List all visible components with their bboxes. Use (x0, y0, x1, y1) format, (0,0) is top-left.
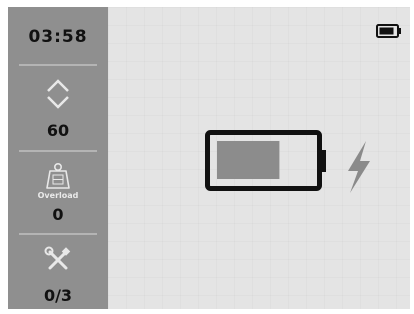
battery-icon (376, 24, 401, 38)
divider (19, 64, 97, 66)
level-value: 60 (46, 121, 70, 140)
up-down-arrows-icon[interactable] (45, 78, 71, 110)
divider (19, 233, 97, 235)
lightning-bolt-icon (348, 141, 370, 193)
weight-icon[interactable] (45, 162, 71, 190)
battery-charging-icon (205, 130, 326, 191)
sidebar: 03:58 60 Overload 0 0/3 (8, 7, 108, 309)
tools-value: 0/3 (43, 286, 73, 305)
device-screen: 03:58 60 Overload 0 0/3 (8, 7, 410, 309)
timer-display: 03:58 (28, 27, 88, 47)
divider (19, 150, 97, 152)
tools-icon[interactable] (44, 246, 72, 274)
weight-value: 0 (52, 205, 64, 224)
weight-label: Overload (37, 191, 79, 200)
